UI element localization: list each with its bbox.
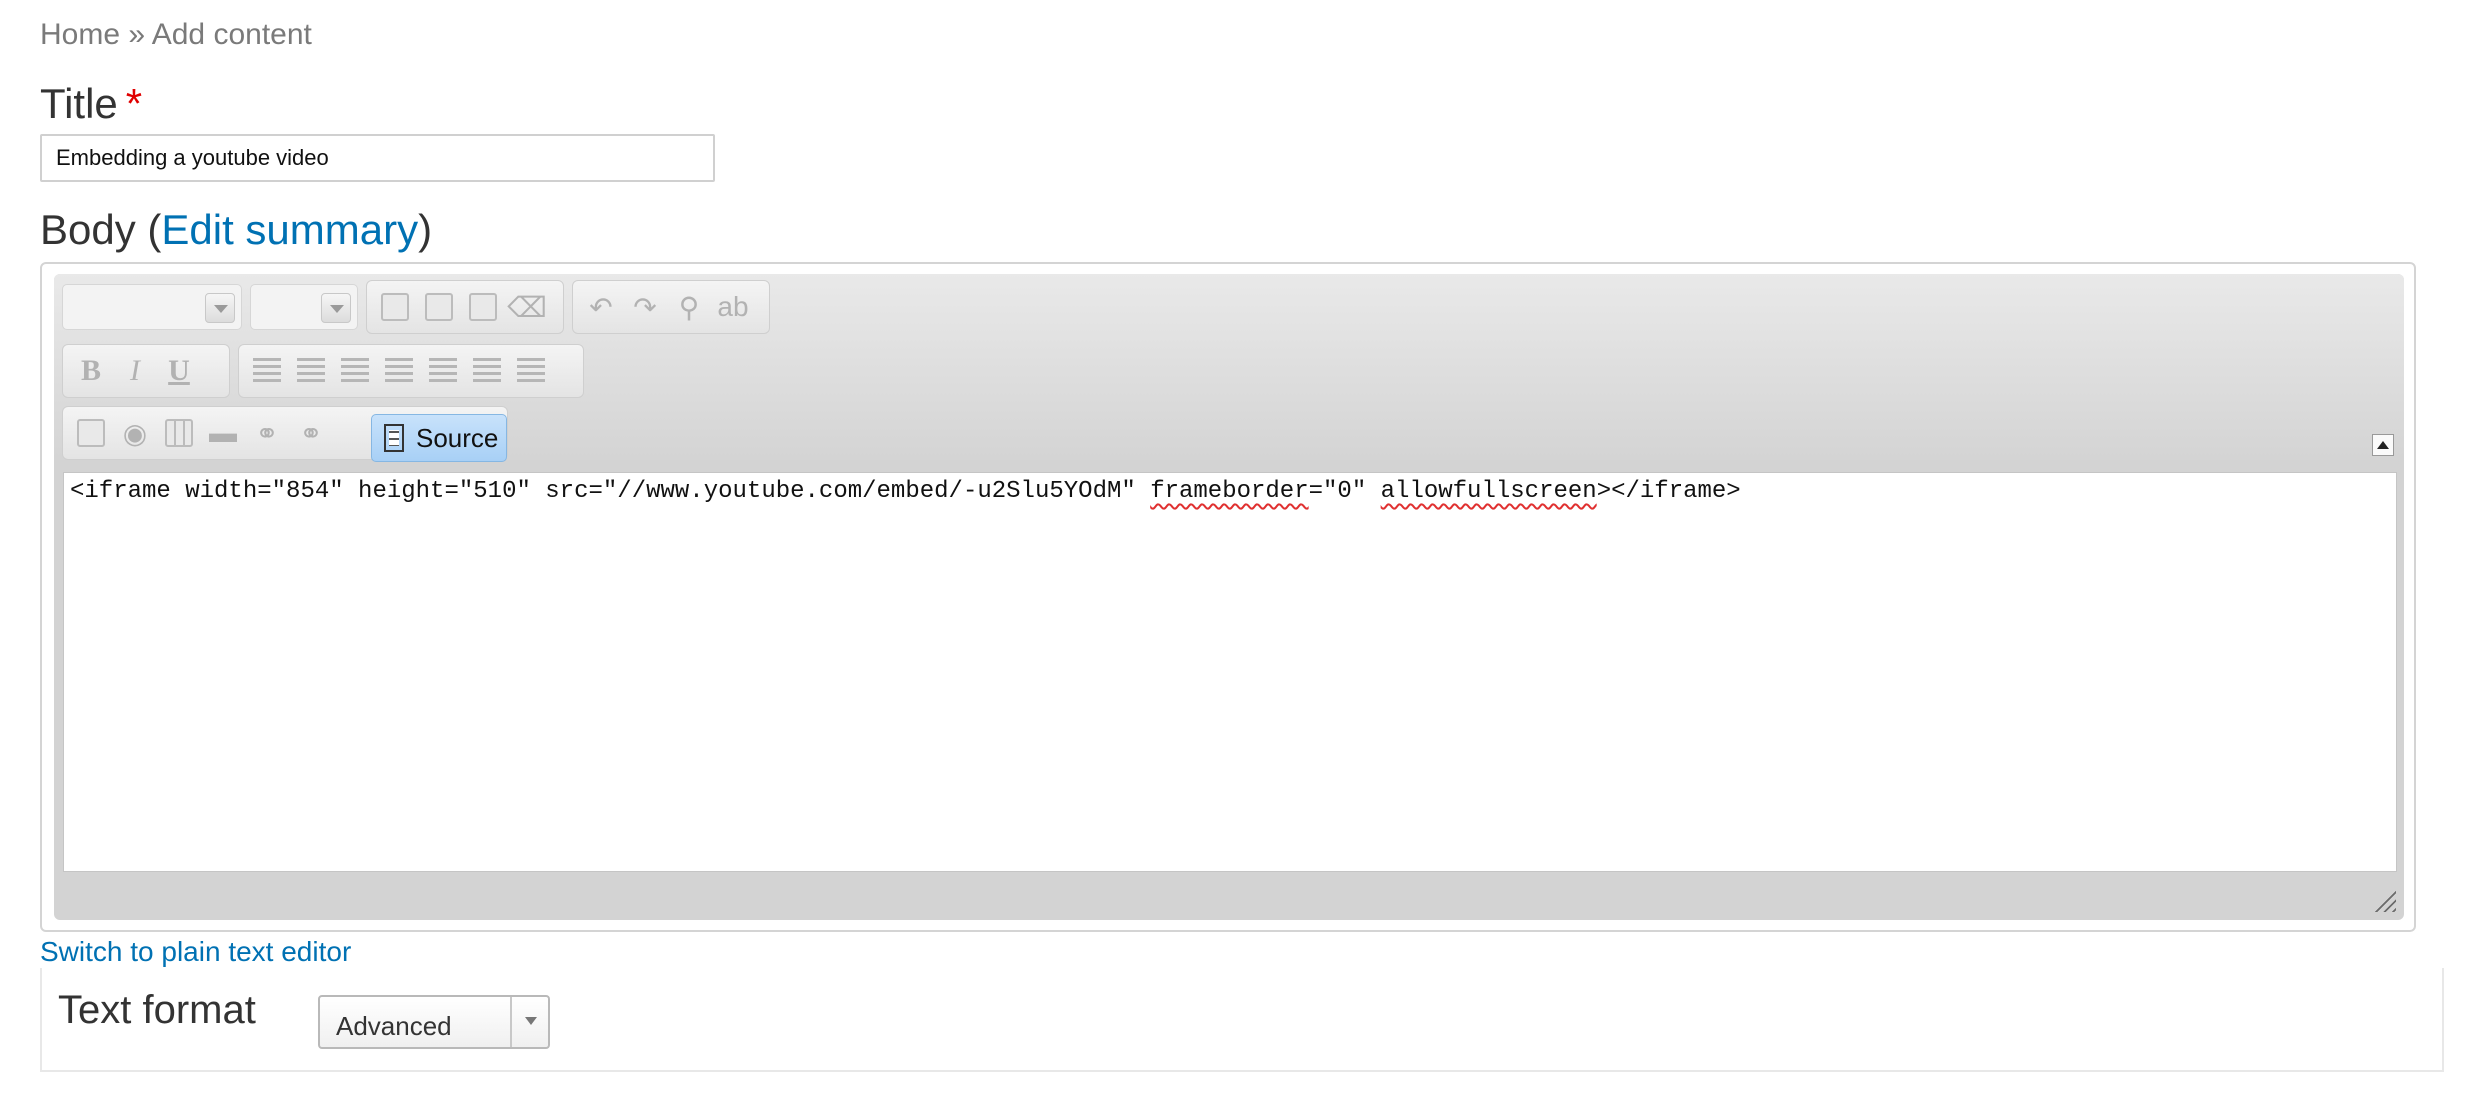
collapse-toolbar-button[interactable] bbox=[2372, 434, 2394, 456]
unlink-icon[interactable]: ⚭ bbox=[289, 411, 333, 455]
source-code-post: ></iframe> bbox=[1596, 478, 1741, 505]
title-input[interactable] bbox=[40, 134, 715, 182]
edit-summary-link[interactable]: Edit summary bbox=[161, 206, 418, 253]
source-button[interactable]: Source bbox=[371, 414, 507, 462]
source-code-mid: ="0" bbox=[1308, 478, 1381, 505]
required-marker: * bbox=[125, 80, 143, 127]
document-icon bbox=[384, 424, 404, 452]
basic-styles-group: B I U bbox=[62, 344, 230, 398]
align-right-icon[interactable] bbox=[509, 349, 553, 393]
indent-icon[interactable] bbox=[377, 349, 421, 393]
resize-handle-icon[interactable] bbox=[2374, 890, 2396, 912]
text-format-label: Text format bbox=[58, 988, 256, 1032]
title-label-text: Title bbox=[40, 80, 118, 127]
link-icon[interactable]: ⚭ bbox=[245, 411, 289, 455]
italic-icon[interactable]: I bbox=[113, 349, 157, 393]
chevron-down-icon bbox=[321, 293, 351, 323]
misspelled-word: allowfullscreen bbox=[1380, 478, 1597, 505]
source-button-label: Source bbox=[416, 422, 499, 453]
breadcrumb-separator: » bbox=[120, 18, 152, 51]
remove-format-icon[interactable]: ⌫ bbox=[505, 285, 549, 329]
clipboard-group: ⌫ bbox=[366, 280, 564, 334]
redo-icon[interactable]: ↷ bbox=[623, 285, 667, 329]
paste-from-word-icon[interactable] bbox=[461, 285, 505, 329]
chevron-down-icon bbox=[205, 293, 235, 323]
chevron-down-icon bbox=[510, 997, 548, 1047]
font-size-dropdown[interactable] bbox=[250, 284, 358, 330]
body-editor-frame: ⌫ ↶ ↷ ⚲ ab B I U ◉ ▬ ⚭ ⚭ Source <iframe … bbox=[40, 262, 2416, 932]
body-label-suffix: ) bbox=[418, 206, 433, 253]
breadcrumb-current: Add content bbox=[151, 18, 312, 51]
text-format-selected: Advanced bbox=[336, 1011, 452, 1041]
wysiwyg-editor: ⌫ ↶ ↷ ⚲ ab B I U ◉ ▬ ⚭ ⚭ Source <iframe … bbox=[54, 274, 2404, 920]
paragraph-group bbox=[238, 344, 584, 398]
history-group: ↶ ↷ ⚲ ab bbox=[572, 280, 770, 334]
body-label-prefix: Body ( bbox=[40, 206, 162, 253]
underline-icon[interactable]: U bbox=[157, 349, 201, 393]
breadcrumb: Home » Add content bbox=[40, 18, 312, 52]
align-left-icon[interactable] bbox=[421, 349, 465, 393]
flash-icon[interactable]: ◉ bbox=[113, 411, 157, 455]
text-format-select[interactable]: Advanced bbox=[318, 995, 550, 1049]
align-center-icon[interactable] bbox=[465, 349, 509, 393]
table-icon[interactable] bbox=[157, 411, 201, 455]
misspelled-word: frameborder bbox=[1150, 478, 1309, 505]
body-label: Body (Edit summary) bbox=[40, 206, 432, 254]
paragraph-format-dropdown[interactable] bbox=[62, 284, 242, 330]
undo-icon[interactable]: ↶ bbox=[579, 285, 623, 329]
find-icon[interactable]: ⚲ bbox=[667, 285, 711, 329]
breadcrumb-home-link[interactable]: Home bbox=[40, 18, 120, 51]
numbered-list-icon[interactable] bbox=[245, 349, 289, 393]
source-code-pre: <iframe width="854" height="510" src="//… bbox=[70, 478, 1151, 505]
outdent-icon[interactable] bbox=[333, 349, 377, 393]
spellcheck-icon[interactable]: ab bbox=[711, 285, 755, 329]
source-code-textarea[interactable]: <iframe width="854" height="510" src="//… bbox=[63, 472, 2397, 872]
bulleted-list-icon[interactable] bbox=[289, 349, 333, 393]
switch-to-plain-text-link[interactable]: Switch to plain text editor bbox=[40, 936, 351, 968]
bold-icon[interactable]: B bbox=[69, 349, 113, 393]
horizontal-rule-icon[interactable]: ▬ bbox=[201, 411, 245, 455]
paste-icon[interactable] bbox=[417, 285, 461, 329]
title-label: Title * bbox=[40, 80, 142, 128]
image-icon[interactable] bbox=[69, 411, 113, 455]
copy-icon[interactable] bbox=[373, 285, 417, 329]
